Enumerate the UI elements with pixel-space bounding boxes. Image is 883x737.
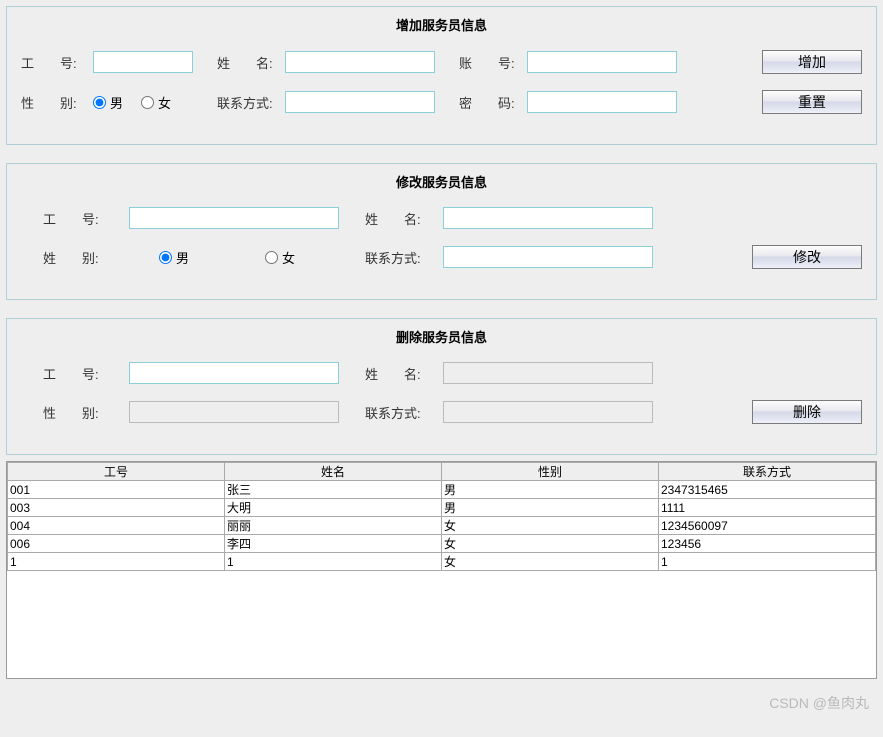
- table-header-id[interactable]: 工号: [8, 463, 225, 481]
- delete-row-2: 性 别: 联系方式: 删除: [21, 400, 862, 424]
- table-cell[interactable]: 1111: [659, 499, 876, 517]
- add-id-input[interactable]: [93, 51, 193, 73]
- table-cell[interactable]: 女: [442, 517, 659, 535]
- delete-id-input[interactable]: [129, 362, 339, 384]
- horizontal-scrollbar[interactable]: [6, 685, 877, 701]
- add-account-label: 账 号:: [459, 53, 527, 72]
- add-password-input[interactable]: [527, 91, 677, 113]
- table-header-gender[interactable]: 性别: [442, 463, 659, 481]
- table-cell[interactable]: 1: [659, 553, 876, 571]
- delete-gender-label: 性 别:: [43, 403, 115, 422]
- add-name-label: 姓 名:: [217, 53, 285, 72]
- table-cell[interactable]: 丽丽: [225, 517, 442, 535]
- delete-gender-input: [129, 401, 339, 423]
- delete-contact-input: [443, 401, 653, 423]
- table-cell[interactable]: 男: [442, 481, 659, 499]
- table-row[interactable]: 11女1: [8, 553, 876, 571]
- add-gender-female-label: 女: [158, 93, 171, 112]
- add-row-1: 工 号: 姓 名: 账 号: 增加: [21, 50, 862, 74]
- edit-button[interactable]: 修改: [752, 245, 862, 269]
- table-row[interactable]: 004丽丽女1234560097: [8, 517, 876, 535]
- table-row[interactable]: 003大明男1111: [8, 499, 876, 517]
- add-account-input[interactable]: [527, 51, 677, 73]
- table-cell[interactable]: 123456: [659, 535, 876, 553]
- add-password-label: 密 码:: [459, 93, 527, 112]
- add-id-label: 工 号:: [21, 53, 93, 72]
- table-cell[interactable]: 004: [8, 517, 225, 535]
- add-button[interactable]: 增加: [762, 50, 862, 74]
- edit-gender-label: 姓 别:: [43, 248, 115, 267]
- edit-name-input[interactable]: [443, 207, 653, 229]
- table-cell[interactable]: 1: [8, 553, 225, 571]
- table-cell[interactable]: 1: [225, 553, 442, 571]
- edit-gender-female-radio[interactable]: [265, 251, 278, 264]
- table-header-name[interactable]: 姓名: [225, 463, 442, 481]
- add-gender-female-radio[interactable]: [141, 96, 154, 109]
- edit-row-1: 工 号: 姓 名:: [21, 207, 862, 229]
- table-cell[interactable]: 003: [8, 499, 225, 517]
- reset-button[interactable]: 重置: [762, 90, 862, 114]
- edit-contact-label: 联系方式:: [365, 248, 433, 267]
- table-cell[interactable]: 001: [8, 481, 225, 499]
- table-cell[interactable]: 男: [442, 499, 659, 517]
- edit-gender-male-radio[interactable]: [159, 251, 172, 264]
- data-table: 工号 姓名 性别 联系方式 001张三男2347315465003大明男1111…: [7, 462, 876, 571]
- table-cell[interactable]: 张三: [225, 481, 442, 499]
- table-cell[interactable]: 李四: [225, 535, 442, 553]
- add-panel-title: 增加服务员信息: [21, 15, 862, 34]
- delete-name-input: [443, 362, 653, 384]
- delete-name-label: 姓 名:: [365, 364, 433, 383]
- table-cell[interactable]: 2347315465: [659, 481, 876, 499]
- delete-panel: 删除服务员信息 工 号: 姓 名: 性 别: 联系方式: 删除: [6, 318, 877, 455]
- edit-gender-male-label: 男: [176, 248, 189, 267]
- edit-gender-female-label: 女: [282, 248, 295, 267]
- delete-panel-title: 删除服务员信息: [21, 327, 862, 346]
- table-row[interactable]: 006李四女123456: [8, 535, 876, 553]
- table-cell[interactable]: 大明: [225, 499, 442, 517]
- edit-id-label: 工 号:: [43, 209, 115, 228]
- add-contact-input[interactable]: [285, 91, 435, 113]
- delete-contact-label: 联系方式:: [365, 403, 433, 422]
- edit-name-label: 姓 名:: [365, 209, 433, 228]
- add-gender-group: 男 女: [93, 93, 193, 112]
- add-gender-male-label: 男: [110, 93, 123, 112]
- table-cell[interactable]: 1234560097: [659, 517, 876, 535]
- edit-row-2: 姓 别: 男 女 联系方式: 修改: [21, 245, 862, 269]
- add-gender-label: 性 别:: [21, 93, 93, 112]
- table-row[interactable]: 001张三男2347315465: [8, 481, 876, 499]
- add-name-input[interactable]: [285, 51, 435, 73]
- delete-row-1: 工 号: 姓 名:: [21, 362, 862, 384]
- data-table-wrap[interactable]: 工号 姓名 性别 联系方式 001张三男2347315465003大明男1111…: [6, 461, 877, 679]
- add-gender-male-radio[interactable]: [93, 96, 106, 109]
- edit-panel-title: 修改服务员信息: [21, 172, 862, 191]
- edit-contact-input[interactable]: [443, 246, 653, 268]
- add-contact-label: 联系方式:: [217, 93, 285, 112]
- edit-id-input[interactable]: [129, 207, 339, 229]
- table-cell[interactable]: 女: [442, 553, 659, 571]
- add-row-2: 性 别: 男 女 联系方式: 密 码: 重置: [21, 90, 862, 114]
- table-header-row: 工号 姓名 性别 联系方式: [8, 463, 876, 481]
- edit-panel: 修改服务员信息 工 号: 姓 名: 姓 别: 男 女 联系方式: 修改: [6, 163, 877, 300]
- table-header-contact[interactable]: 联系方式: [659, 463, 876, 481]
- delete-id-label: 工 号:: [43, 364, 115, 383]
- delete-button[interactable]: 删除: [752, 400, 862, 424]
- table-cell[interactable]: 女: [442, 535, 659, 553]
- edit-gender-group: 男 女: [129, 248, 339, 267]
- table-cell[interactable]: 006: [8, 535, 225, 553]
- add-panel: 增加服务员信息 工 号: 姓 名: 账 号: 增加 性 别: 男 女 联系方式:…: [6, 6, 877, 145]
